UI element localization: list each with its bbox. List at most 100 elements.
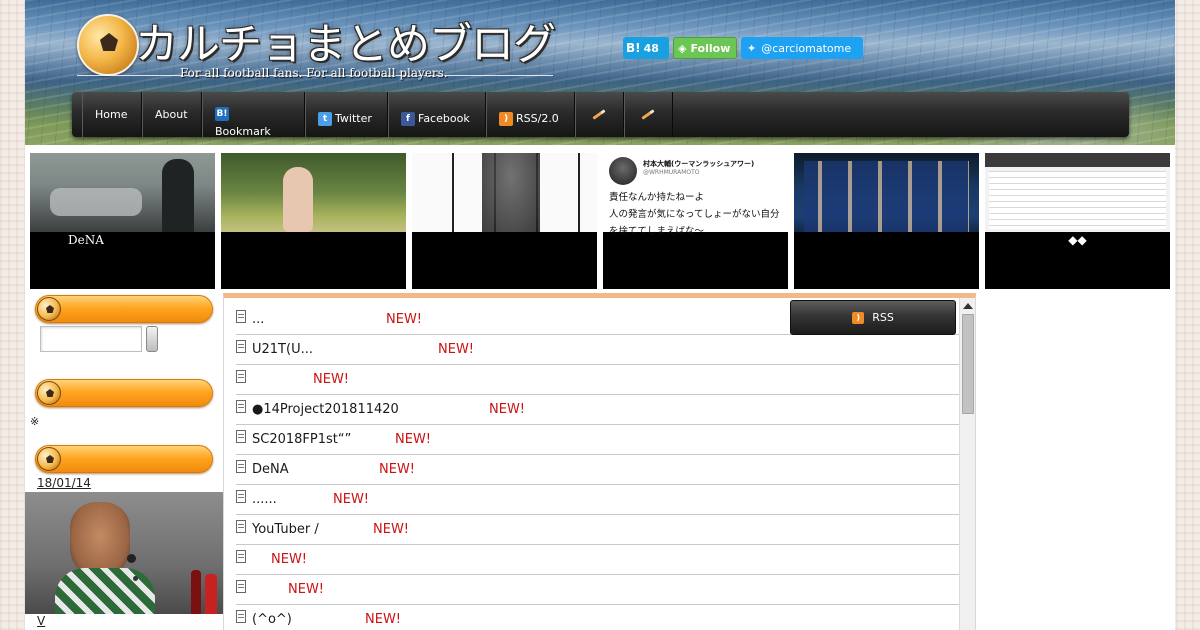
list-item[interactable]: NEW! [236, 545, 959, 575]
feedly-follow-button[interactable]: ◈ Follow [673, 37, 737, 59]
rss-icon: ) [499, 111, 513, 126]
featured-caption: DeNA [68, 233, 104, 247]
tweet-author-handle: @WRHMURAMOTO [643, 169, 700, 176]
list-item[interactable]: ●14Project201811420 NEW! [236, 395, 959, 425]
list-item[interactable]: NEW! [236, 365, 959, 395]
document-icon [236, 400, 246, 413]
featured-caption: ◆◆ [1068, 233, 1087, 247]
new-badge: NEW! [438, 342, 475, 357]
nav-bookmark[interactable]: B! Bookmark [202, 92, 305, 137]
new-badge: NEW! [395, 432, 432, 447]
nav-about-label: About [155, 108, 188, 121]
featured-image [985, 153, 1170, 232]
rss-button-label: RSS [872, 311, 894, 324]
bottle-shape [205, 574, 217, 614]
list-item-title[interactable]: (^o^) [252, 612, 292, 627]
sidebar-post-image[interactable] [25, 492, 224, 614]
new-badge: NEW! [373, 522, 410, 537]
featured-item[interactable]: 村本大輔(ウーマンラッシュアワー) @WRHMURAMOTO 責任なんか持たねー… [603, 153, 788, 289]
list-item-title[interactable]: YouTuber / [252, 522, 319, 537]
sidebar-heading-notice [35, 379, 213, 407]
sidebar-post-link[interactable]: V [37, 614, 45, 628]
site-subtitle: For all football fans. For all football … [180, 66, 448, 80]
nav-home[interactable]: Home [82, 92, 142, 137]
featured-item[interactable]: DeNA [30, 153, 215, 289]
list-item-title[interactable]: ●14Project201811420 [252, 402, 399, 417]
list-item-title[interactable]: SC2018FP1st“” [252, 432, 351, 447]
new-badge: NEW! [489, 402, 526, 417]
twitter-follow-button[interactable]: ✦ @carciomatome [741, 37, 863, 59]
tweet-line: 責任なんか持たねーよ [609, 192, 705, 203]
hatena-count: 48 [643, 41, 659, 55]
hatena-bookmark-button[interactable]: B! 48 [623, 37, 669, 59]
site-header: カルチョまとめブログ For all football fans. For al… [25, 0, 1175, 145]
nav-about[interactable]: About [142, 92, 202, 137]
featured-image [794, 153, 979, 232]
list-scrollbar[interactable] [959, 298, 975, 630]
person-photo [70, 502, 130, 578]
nav-rss[interactable]: ) RSS/2.0 [486, 92, 575, 137]
list-item-title[interactable]: U21T(U... [252, 342, 313, 357]
soccer-ball-logo-icon[interactable] [77, 14, 139, 76]
list-item[interactable]: U21T(U... NEW! [236, 335, 959, 365]
list-item-title[interactable]: ...... [252, 492, 277, 507]
list-item[interactable]: NEW! [236, 575, 959, 605]
document-icon [236, 340, 246, 353]
document-icon [236, 490, 246, 503]
person-scarf [55, 568, 155, 614]
featured-item[interactable]: ◆◆ [985, 153, 1170, 289]
list-item[interactable]: SC2018FP1st“” NEW! [236, 425, 959, 455]
nav-pencil-1[interactable] [575, 92, 624, 137]
list-item[interactable]: (^o^) NEW! [236, 605, 959, 630]
list-item[interactable]: ...... NEW! [236, 485, 959, 515]
tweet-line: を捨ててしまえばな〜 [609, 226, 705, 237]
new-badge: NEW! [333, 492, 370, 507]
list-item[interactable]: YouTuber / NEW! [236, 515, 959, 545]
soccer-ball-icon [37, 447, 61, 471]
bottle-shape [191, 570, 201, 614]
featured-item[interactable] [794, 153, 979, 289]
search-input[interactable] [40, 326, 142, 352]
nav-pencil-2[interactable] [624, 92, 673, 137]
sidebar-post-date[interactable]: 18/01/14 [37, 476, 91, 490]
microphone-icon [127, 554, 136, 563]
main-nav: Home About B! Bookmark t Twitter f Faceb… [72, 92, 1129, 137]
latest-posts-panel: ... NEW! U21T(U... NEW! NEW! ●14Project201… [223, 293, 976, 630]
scroll-up-arrow-icon[interactable] [963, 303, 973, 309]
featured-item[interactable] [221, 153, 406, 289]
new-badge: NEW! [313, 372, 350, 387]
twitter-handle: @carciomatome [761, 41, 852, 55]
featured-image [221, 153, 406, 232]
document-icon [236, 460, 246, 473]
new-badge: NEW! [386, 312, 423, 327]
list-item-title[interactable]: ... [252, 312, 264, 327]
feedly-label: Follow [690, 41, 731, 55]
twitter-icon: t [318, 111, 332, 126]
pencil-icon [641, 109, 655, 120]
tweet-text: 責任なんか持たねーよ 人の発言が気になってしょーがない自分 を捨ててしまえばな〜 [609, 189, 787, 240]
nav-twitter-label: Twitter [335, 112, 372, 125]
tweet-author-name: 村本大輔(ウーマンラッシュアワー) [643, 160, 755, 168]
scroll-thumb[interactable] [962, 314, 974, 414]
document-icon [236, 430, 246, 443]
nav-home-label: Home [95, 108, 128, 121]
site-title[interactable]: カルチョまとめブログ [135, 10, 556, 72]
new-badge: NEW! [271, 552, 308, 567]
new-badge: NEW! [288, 582, 325, 597]
featured-image: 村本大輔(ウーマンラッシュアワー) @WRHMURAMOTO 責任なんか持たねー… [603, 153, 788, 237]
list-item-title[interactable]: DeNA [252, 462, 289, 477]
list-item[interactable]: DeNA NEW! [236, 455, 959, 485]
nav-bookmark-label: Bookmark [215, 125, 271, 137]
twitter-bird-icon: ✦ [747, 41, 757, 55]
facebook-icon: f [401, 111, 415, 126]
featured-item[interactable] [412, 153, 597, 289]
rss-button[interactable]: ) RSS [790, 300, 956, 335]
sidebar-note-mark: ※ [30, 415, 40, 428]
document-icon [236, 310, 246, 323]
nav-facebook[interactable]: f Facebook [388, 92, 486, 137]
featured-image [30, 153, 215, 232]
search-button[interactable] [146, 326, 158, 352]
document-icon [236, 370, 246, 383]
sidebar-heading-search [35, 295, 213, 323]
nav-twitter[interactable]: t Twitter [305, 92, 388, 137]
